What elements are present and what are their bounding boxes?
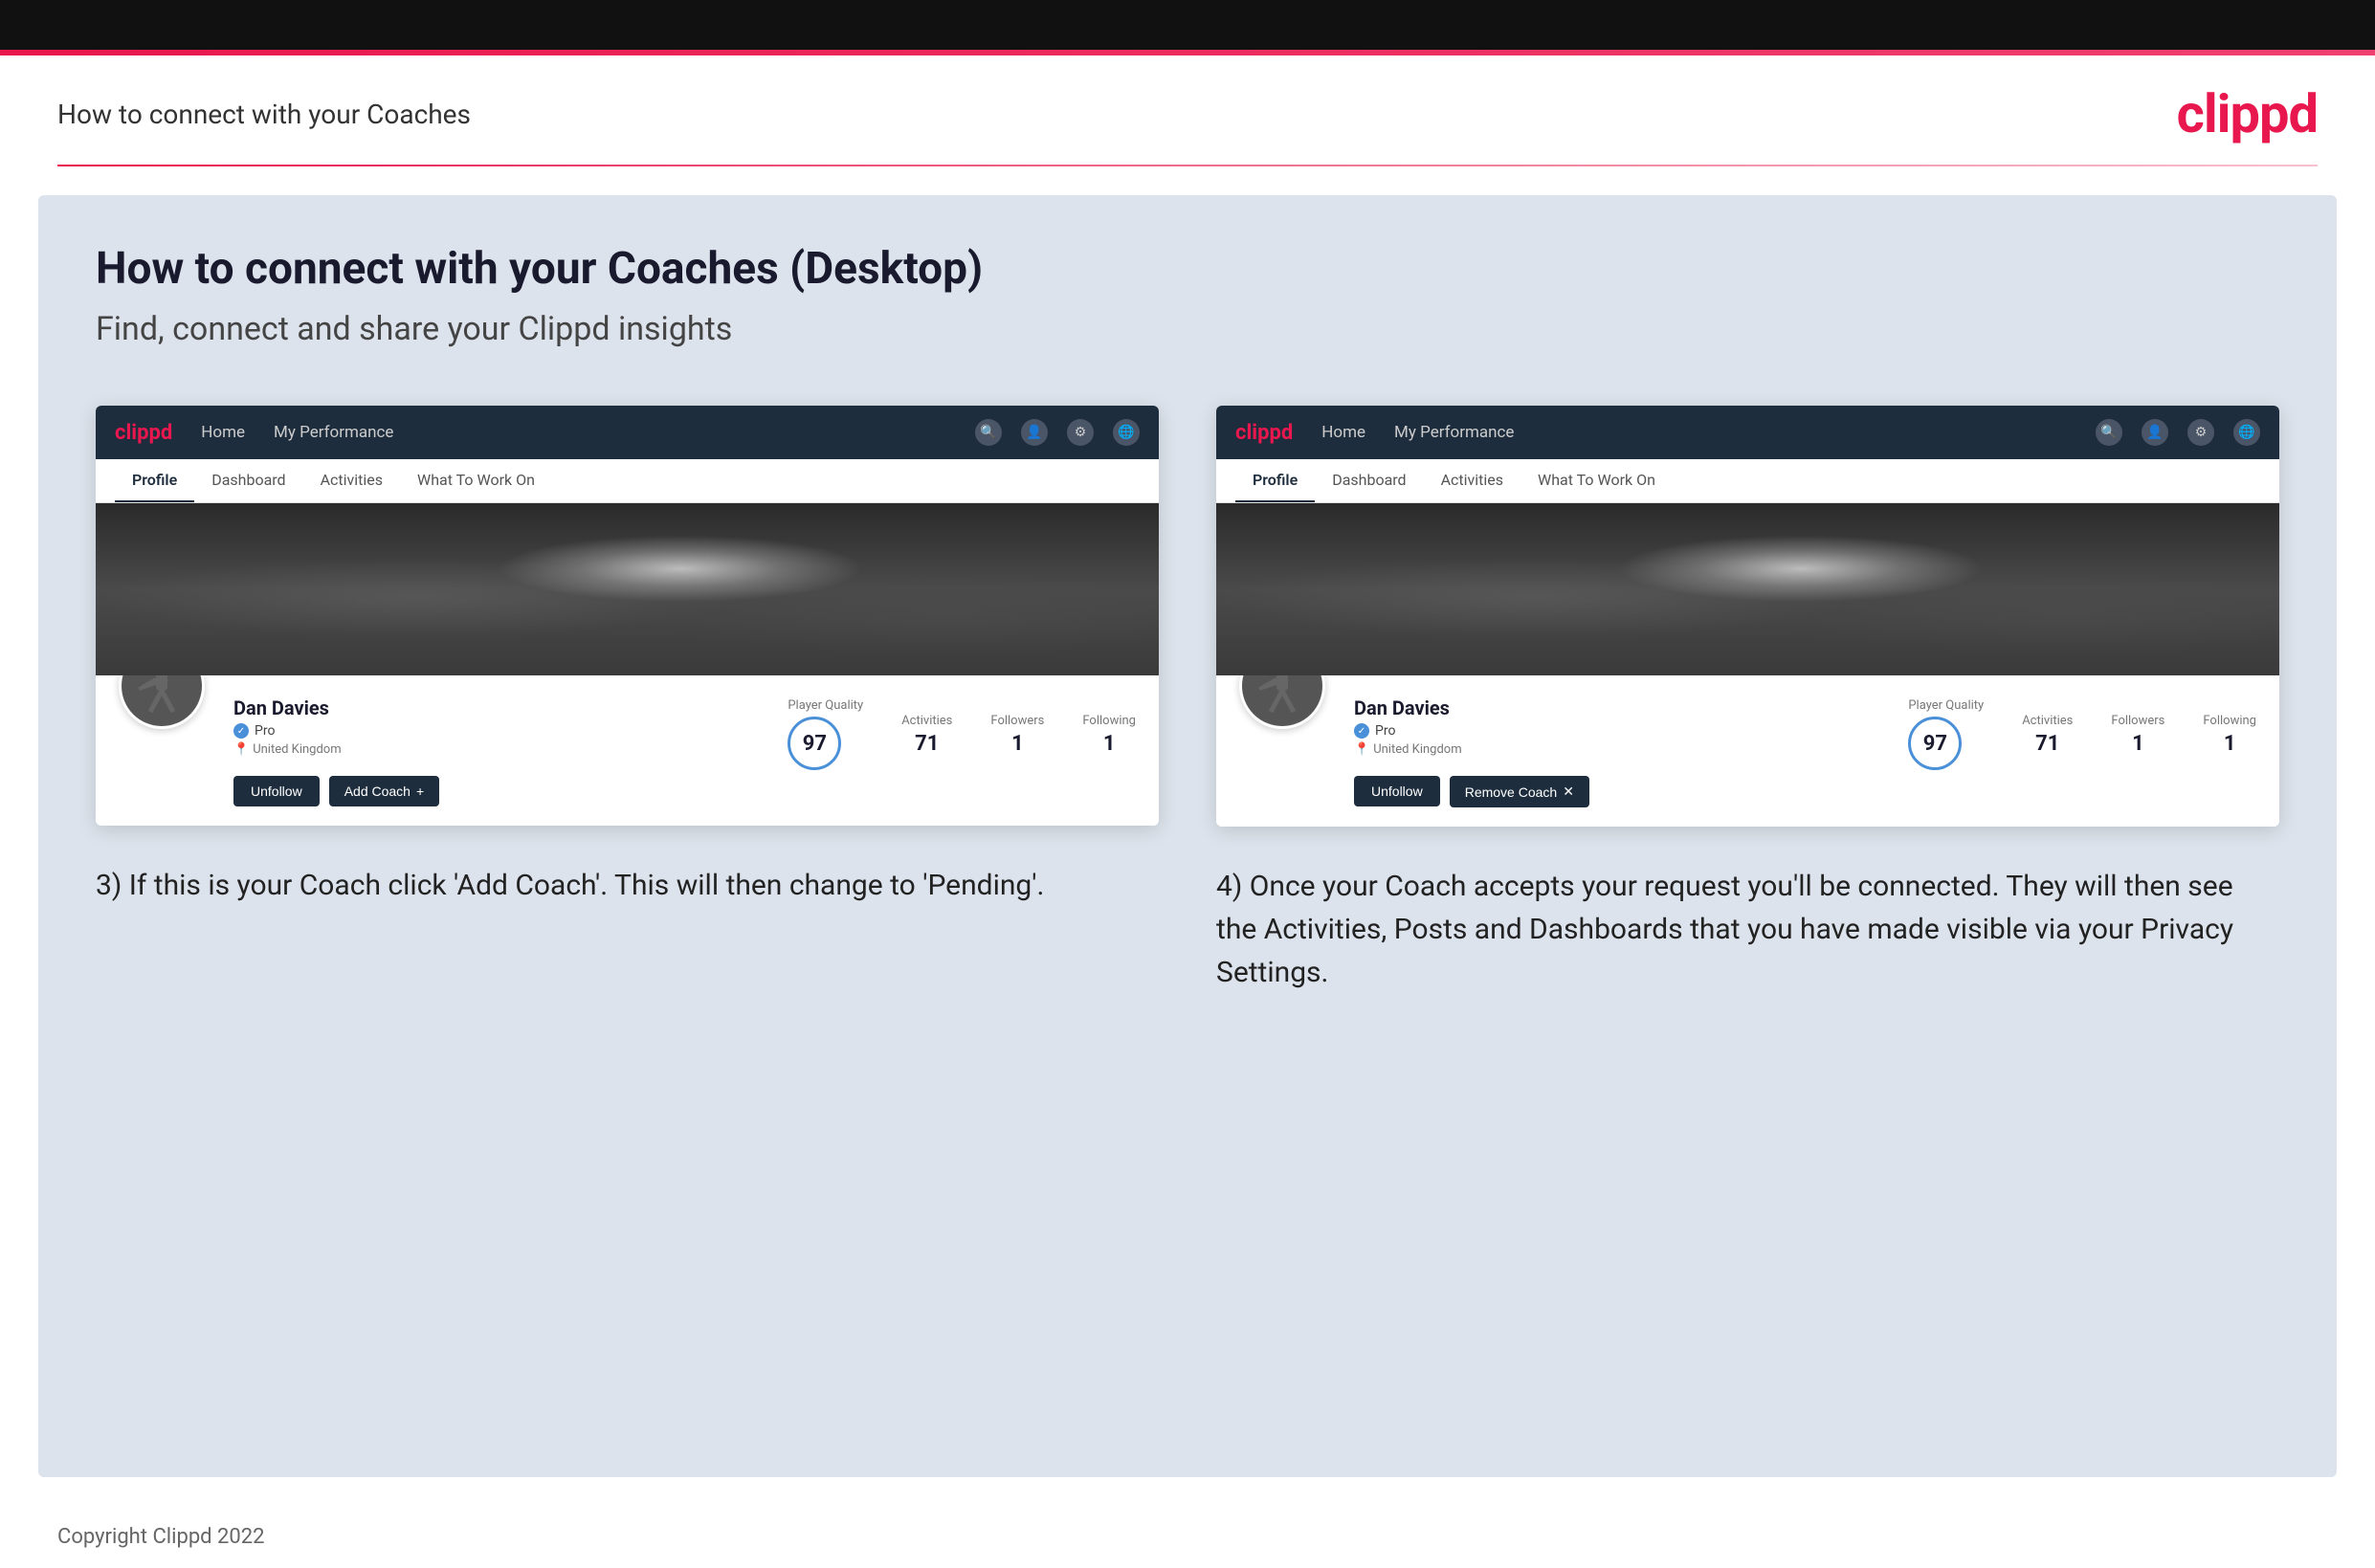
right-stat-activities: Activities 71 xyxy=(2022,714,2073,756)
avatar-icon: 🌐 xyxy=(1113,419,1140,446)
left-stat-quality: Player Quality 97 xyxy=(788,698,863,770)
right-activities-value: 71 xyxy=(2022,732,2073,756)
right-user-badge: ✓ Pro xyxy=(1354,723,1879,739)
left-tab-whattowork[interactable]: What To Work On xyxy=(400,459,552,502)
left-tab-dashboard[interactable]: Dashboard xyxy=(194,459,302,502)
left-action-buttons: Unfollow Add Coach + xyxy=(233,768,759,806)
right-quality-label: Player Quality xyxy=(1908,698,1984,713)
left-nav-performance: My Performance xyxy=(274,423,393,442)
left-column: clippd Home My Performance 🔍 👤 ⚙ 🌐 Profi… xyxy=(96,406,1159,907)
main-subheading: Find, connect and share your Clippd insi… xyxy=(96,310,2279,348)
activities-value: 71 xyxy=(901,732,952,756)
right-tab-dashboard[interactable]: Dashboard xyxy=(1315,459,1423,502)
verified-icon: ✓ xyxy=(233,723,249,739)
left-banner-image xyxy=(96,503,1159,675)
left-nav-home: Home xyxy=(201,423,245,442)
location-icon: 📍 xyxy=(233,742,249,757)
right-stat-quality: Player Quality 97 xyxy=(1908,698,1984,770)
right-quality-value: 97 xyxy=(1908,717,1962,770)
left-stats: Player Quality 97 Activities 71 Follower… xyxy=(788,691,1136,770)
left-nav-icons: 🔍 👤 ⚙ 🌐 xyxy=(975,419,1140,446)
left-stat-following: Following 1 xyxy=(1082,714,1136,756)
left-add-coach-button[interactable]: Add Coach + xyxy=(329,776,439,806)
left-tabs: Profile Dashboard Activities What To Wor… xyxy=(96,459,1159,503)
right-navbar: clippd Home My Performance 🔍 👤 ⚙ 🌐 xyxy=(1216,406,2279,459)
right-description: 4) Once your Coach accepts your request … xyxy=(1216,865,2279,994)
left-unfollow-button[interactable]: Unfollow xyxy=(233,776,320,806)
left-screenshot: clippd Home My Performance 🔍 👤 ⚙ 🌐 Profi… xyxy=(96,406,1159,826)
main-content: How to connect with your Coaches (Deskto… xyxy=(38,195,2337,1477)
right-column: clippd Home My Performance 🔍 👤 ⚙ 🌐 Profi… xyxy=(1216,406,2279,994)
right-tabs: Profile Dashboard Activities What To Wor… xyxy=(1216,459,2279,503)
left-user-name: Dan Davies xyxy=(233,696,759,719)
left-user-info: Dan Davies ✓ Pro 📍 United Kingdom Unfoll… xyxy=(233,691,759,806)
left-tab-profile[interactable]: Profile xyxy=(115,459,194,502)
plus-icon: + xyxy=(416,784,424,799)
right-following-label: Following xyxy=(2203,714,2256,728)
left-description: 3) If this is your Coach click 'Add Coac… xyxy=(96,864,1159,907)
left-stat-activities: Activities 71 xyxy=(901,714,952,756)
followers-value: 1 xyxy=(990,732,1044,756)
right-settings-icon: ⚙ xyxy=(2187,419,2214,446)
left-user-badge: ✓ Pro xyxy=(233,723,759,739)
person-icon: 👤 xyxy=(1021,419,1048,446)
right-remove-coach-button[interactable]: Remove Coach ✕ xyxy=(1450,776,1589,807)
right-banner xyxy=(1216,503,2279,675)
right-nav-performance: My Performance xyxy=(1394,423,1514,442)
right-search-icon: 🔍 xyxy=(2096,419,2122,446)
left-stat-followers: Followers 1 xyxy=(990,714,1044,756)
right-user-pro: Pro xyxy=(1375,723,1395,739)
header-divider xyxy=(57,165,2318,166)
right-stat-followers: Followers 1 xyxy=(2111,714,2164,756)
search-icon: 🔍 xyxy=(975,419,1002,446)
right-nav-icons: 🔍 👤 ⚙ 🌐 xyxy=(2096,419,2260,446)
right-banner-image xyxy=(1216,503,2279,675)
following-value: 1 xyxy=(1082,732,1136,756)
quality-label: Player Quality xyxy=(788,698,863,713)
header: How to connect with your Coaches clippd xyxy=(0,55,2375,165)
following-label: Following xyxy=(1082,714,1136,728)
top-bar xyxy=(0,0,2375,50)
right-followers-value: 1 xyxy=(2111,732,2164,756)
right-tab-profile[interactable]: Profile xyxy=(1235,459,1315,502)
left-user-location: 📍 United Kingdom xyxy=(233,742,759,757)
followers-label: Followers xyxy=(990,714,1044,728)
footer: Copyright Clippd 2022 xyxy=(0,1506,2375,1568)
right-activities-label: Activities xyxy=(2022,714,2073,728)
right-screenshot: clippd Home My Performance 🔍 👤 ⚙ 🌐 Profi… xyxy=(1216,406,2279,827)
right-verified-icon: ✓ xyxy=(1354,723,1369,739)
left-tab-activities[interactable]: Activities xyxy=(303,459,400,502)
right-nav-logo: clippd xyxy=(1235,421,1293,445)
right-user-info: Dan Davies ✓ Pro 📍 United Kingdom Unfoll… xyxy=(1354,691,1879,807)
right-unfollow-button[interactable]: Unfollow xyxy=(1354,776,1440,806)
right-stat-following: Following 1 xyxy=(2203,714,2256,756)
logo: clippd xyxy=(2177,82,2318,145)
left-user-pro: Pro xyxy=(255,723,275,739)
right-tab-whattowork[interactable]: What To Work On xyxy=(1520,459,1673,502)
right-person-icon: 👤 xyxy=(2142,419,2168,446)
right-user-location: 📍 United Kingdom xyxy=(1354,742,1879,757)
right-following-value: 1 xyxy=(2203,732,2256,756)
left-nav-logo: clippd xyxy=(115,421,172,445)
right-stats: Player Quality 97 Activities 71 Follower… xyxy=(1908,691,2256,770)
right-user-name: Dan Davies xyxy=(1354,696,1879,719)
left-profile-info: Dan Davies ✓ Pro 📍 United Kingdom Unfoll… xyxy=(96,675,1159,826)
right-tab-activities[interactable]: Activities xyxy=(1424,459,1520,502)
right-location-icon: 📍 xyxy=(1354,742,1369,757)
main-heading: How to connect with your Coaches (Deskto… xyxy=(96,243,2279,295)
right-followers-label: Followers xyxy=(2111,714,2164,728)
columns-container: clippd Home My Performance 🔍 👤 ⚙ 🌐 Profi… xyxy=(96,406,2279,994)
right-action-buttons: Unfollow Remove Coach ✕ xyxy=(1354,768,1879,807)
settings-icon: ⚙ xyxy=(1067,419,1094,446)
copyright-text: Copyright Clippd 2022 xyxy=(57,1525,265,1549)
left-navbar: clippd Home My Performance 🔍 👤 ⚙ 🌐 xyxy=(96,406,1159,459)
right-profile-info: Dan Davies ✓ Pro 📍 United Kingdom Unfoll… xyxy=(1216,675,2279,827)
activities-label: Activities xyxy=(901,714,952,728)
left-banner xyxy=(96,503,1159,675)
right-avatar-icon: 🌐 xyxy=(2233,419,2260,446)
page-title: How to connect with your Coaches xyxy=(57,99,471,130)
close-icon: ✕ xyxy=(1563,784,1574,800)
quality-value: 97 xyxy=(788,717,841,770)
right-nav-home: Home xyxy=(1321,423,1365,442)
